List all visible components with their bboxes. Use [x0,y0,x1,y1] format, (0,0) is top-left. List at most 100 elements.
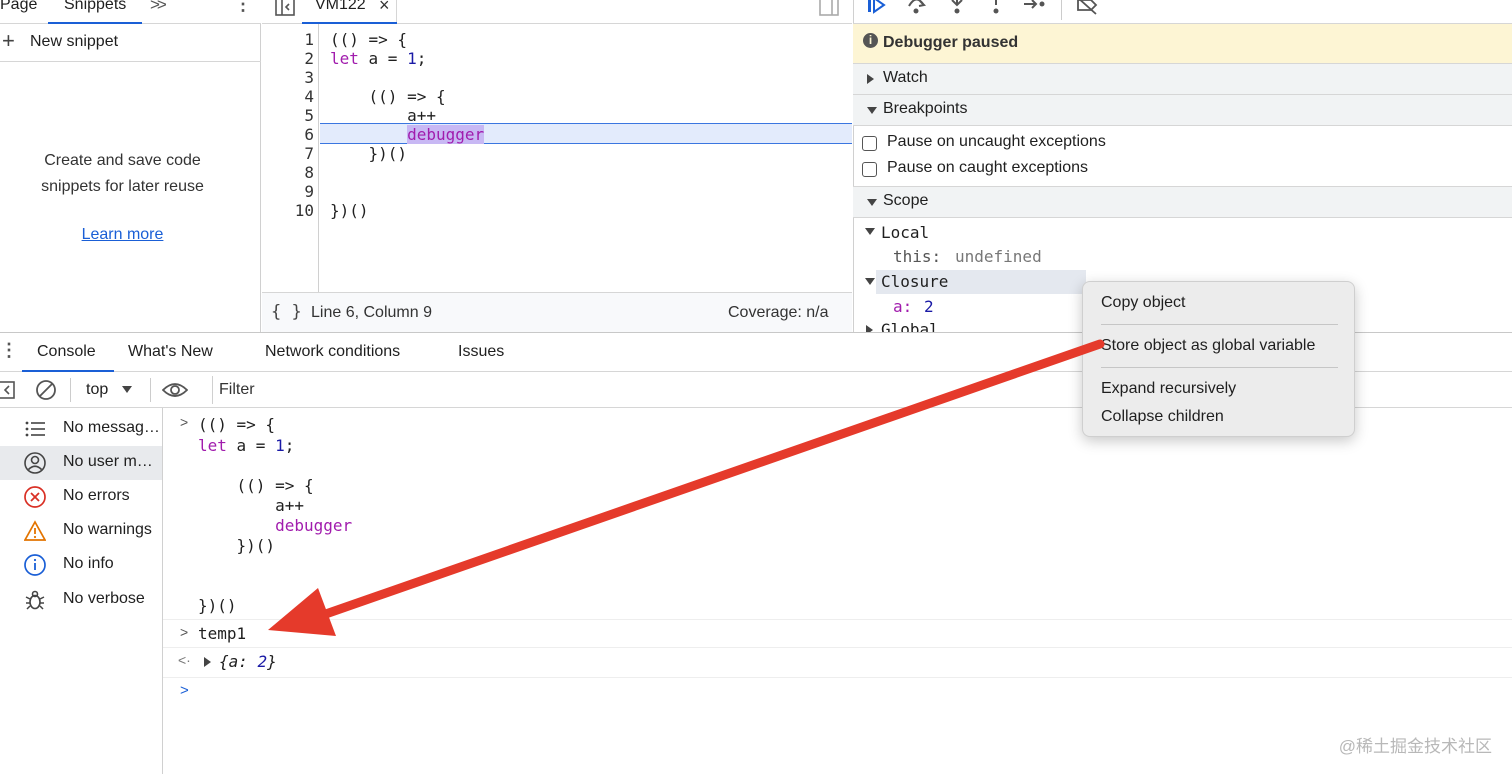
context-selector[interactable]: top [80,378,142,402]
console-output [163,408,1512,774]
expand-triangle-icon [867,74,874,84]
message-divider [163,677,1512,678]
close-tab-icon[interactable]: × [379,0,390,16]
list-icon [25,421,45,437]
sidebar-item-label: No verbose [63,590,145,607]
expand-triangle-icon [866,325,873,332]
pause-caught-checkbox[interactable] [862,162,877,177]
keyword-let: let [198,436,227,455]
watch-section-header[interactable]: Watch [853,64,1512,95]
tab-issues[interactable]: Issues [458,343,504,361]
sidebar-item-errors[interactable]: No errors [0,480,162,514]
scope-section-header[interactable]: Scope [853,187,1512,218]
chevron-down-icon [122,386,132,393]
number-literal: 1 [407,49,417,68]
toggle-debugger-icon[interactable] [818,0,840,17]
line-number[interactable]: 3 [262,68,314,87]
keyword-let: let [330,49,359,68]
menu-item-store-global[interactable]: Store object as global variable [1101,337,1315,355]
sources-nav-tabs: Page Snippets >> ⋮ [0,0,261,24]
keyword-debugger: debugger [407,125,485,144]
line-number[interactable]: 2 [262,49,314,68]
code-line-2: let a = 1; [330,49,426,68]
bug-icon [25,590,45,610]
resume-icon[interactable] [866,0,888,16]
step-over-icon[interactable] [905,0,927,16]
clear-console-icon[interactable] [35,379,57,401]
scope-local[interactable]: Local [881,223,929,242]
snippets-empty-message: Create and save code snippets for later … [0,148,245,200]
learn-more-link[interactable]: Learn more [0,226,245,244]
tab-network-conditions[interactable]: Network conditions [265,343,400,361]
line-number[interactable]: 5 [262,106,314,125]
info-icon: i [863,33,878,48]
toolbar-divider [70,378,71,402]
drawer-menu-icon[interactable]: ⋮ [0,340,18,361]
sidebar-item-label: No messages [63,419,160,436]
code-line-10: })() [330,201,369,220]
debugger-toolbar [853,0,1512,24]
sidebar-item-info[interactable]: No info [0,548,162,582]
filter-placeholder: Filter [219,381,255,398]
menu-item-copy-object[interactable]: Copy object [1101,294,1186,312]
info-icon [24,554,46,576]
collapse-triangle-icon[interactable] [865,278,875,285]
line-number[interactable]: 7 [262,144,314,163]
code-text: ; [416,49,427,68]
more-tabs-icon[interactable]: >> [150,0,167,15]
step-out-icon[interactable] [985,0,1007,16]
expand-triangle-icon[interactable] [204,657,211,667]
input-prompt-icon: > [180,414,189,430]
show-sidebar-icon[interactable] [0,380,16,400]
kebab-menu-icon[interactable]: ⋮ [234,0,252,15]
coverage-status: Coverage: n/a [728,304,829,321]
code-line-1: (() => { [330,30,408,49]
new-snippet-button[interactable]: + New snippet [0,24,261,62]
tab-snippets[interactable]: Snippets [64,0,126,14]
tab-vm122[interactable]: VM122 × [302,0,397,24]
step-icon[interactable] [1023,0,1049,16]
breakpoints-section-header[interactable]: Breakpoints [853,95,1512,126]
line-number[interactable]: 9 [262,182,314,201]
sidebar-item-messages[interactable]: No messages [0,412,162,446]
scope-label: Scope [883,192,929,209]
console-prompt-icon[interactable]: > [180,682,189,699]
user-icon [24,452,46,474]
live-expression-eye-icon[interactable] [162,380,188,400]
tab-whats-new[interactable]: What's New [128,343,213,361]
pause-uncaught-label: Pause on uncaught exceptions [887,133,1106,150]
input-prompt-icon: > [180,624,189,640]
editor-status-bar: { } Line 6, Column 9 Coverage: n/a [262,292,852,332]
menu-item-expand-recursively[interactable]: Expand recursively [1101,380,1236,398]
step-into-icon[interactable] [946,0,968,16]
line-number[interactable]: 8 [262,163,314,182]
line-number[interactable]: 1 [262,30,314,49]
tab-vm122-label: VM122 [315,0,366,13]
collapse-triangle-icon[interactable] [865,228,875,235]
deactivate-breakpoints-icon[interactable] [1075,0,1099,16]
line-number[interactable]: 10 [262,201,314,220]
code-line-6: debugger [330,125,485,144]
sidebar-item-warnings[interactable]: No warnings [0,514,162,548]
line-number[interactable]: 6 [262,125,314,144]
scope-closure[interactable]: Closure [881,272,948,291]
message-divider [163,619,1512,620]
toggle-navigator-icon[interactable] [274,0,296,17]
console-result-object[interactable]: {a: 2} [219,652,277,671]
menu-item-collapse-children[interactable]: Collapse children [1101,408,1224,426]
menu-separator [1101,324,1338,325]
scope-global-row[interactable]: Global [853,318,1083,332]
console-code-line: })() [198,596,237,615]
line-number[interactable]: 4 [262,87,314,106]
sidebar-item-verbose[interactable]: No verbose [0,583,162,617]
pause-uncaught-checkbox[interactable] [862,136,877,151]
sidebar-item-user-messages[interactable]: No user messages [0,446,162,480]
pretty-print-icon[interactable]: { } [271,302,302,322]
toolbar-divider [150,378,151,402]
result-value: 2 [257,652,268,671]
plus-icon: + [2,28,15,53]
debugger-paused-banner: i Debugger paused [853,24,1512,64]
code-line-5: a++ [330,106,436,125]
tab-page[interactable]: Page [0,0,37,14]
